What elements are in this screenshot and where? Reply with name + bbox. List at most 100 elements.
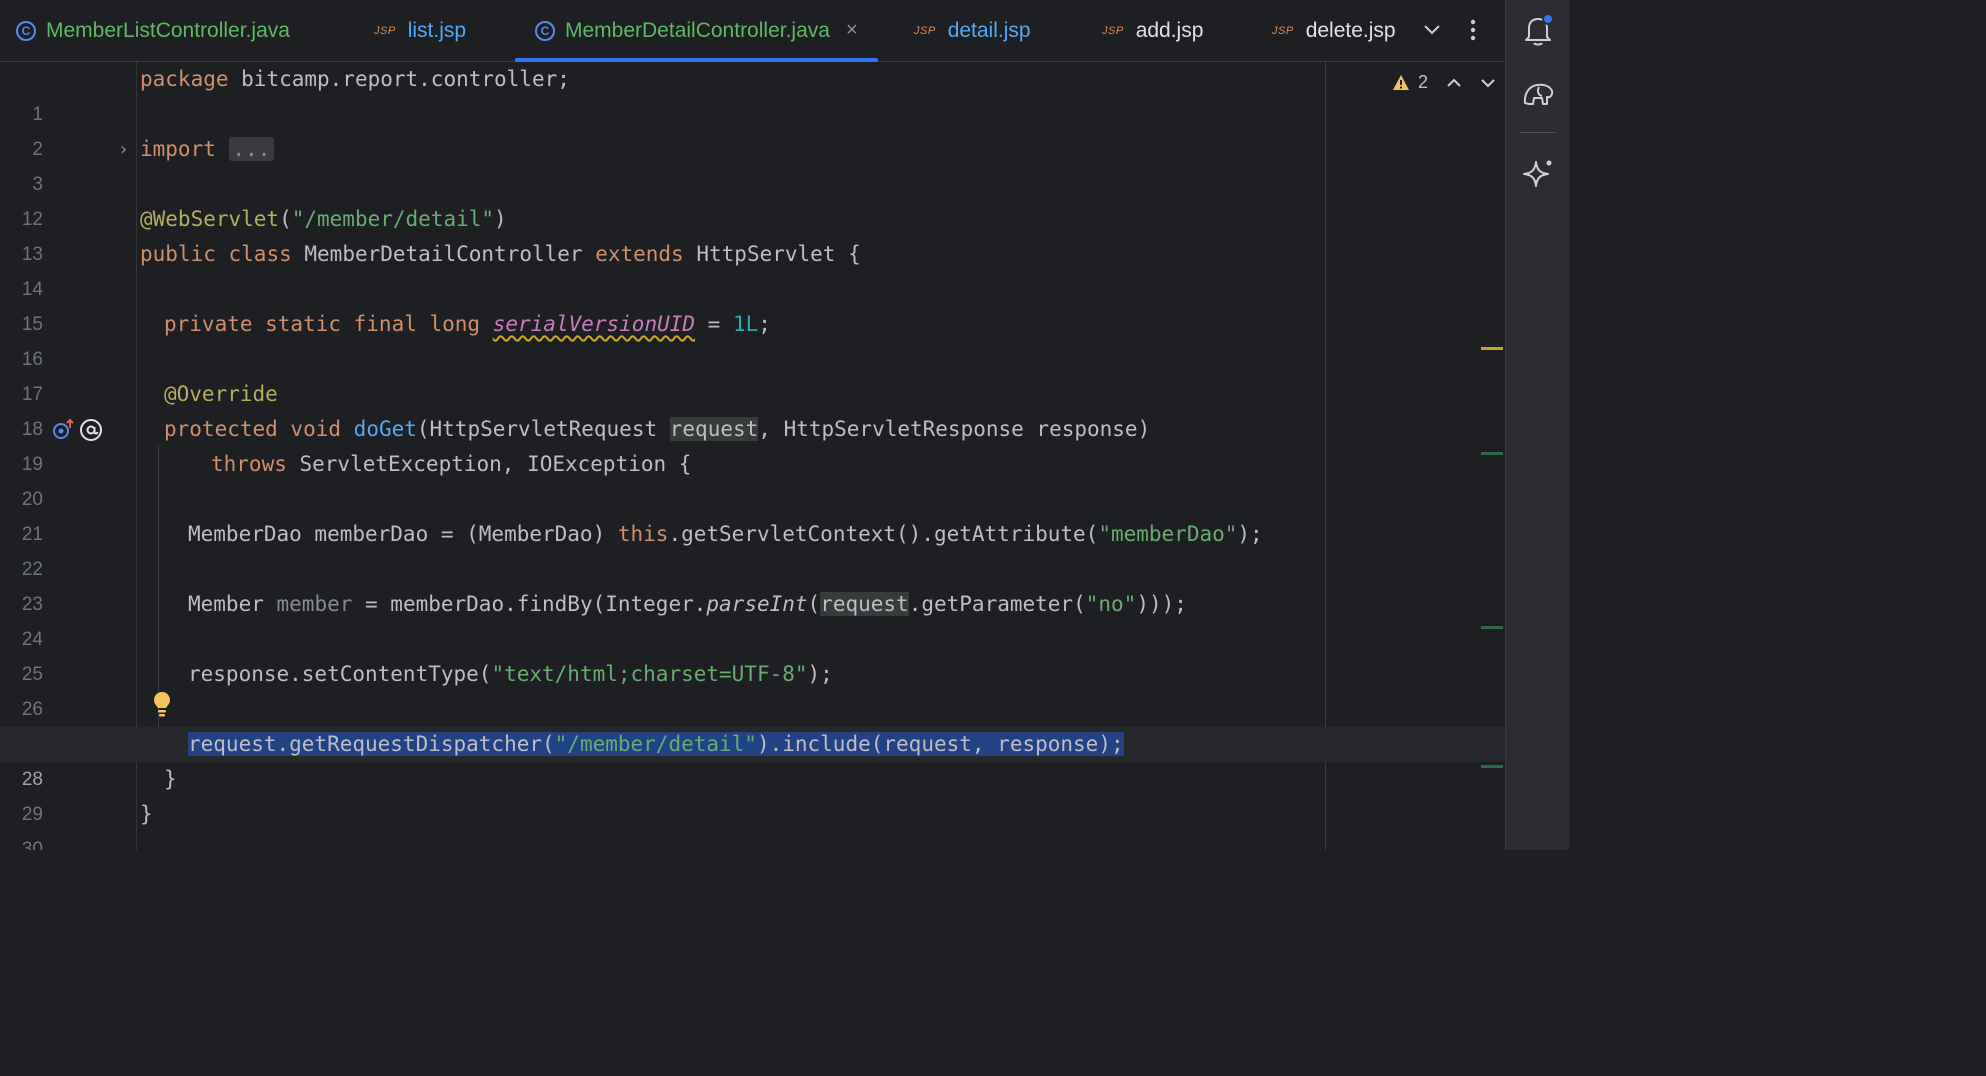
code-text: @WebServlet("/member/detail")	[140, 202, 507, 237]
package-name: bitcamp.report.controller;	[228, 67, 570, 91]
tab-add-jsp[interactable]: JSP add.jsp	[1102, 0, 1203, 61]
tab-label: add.jsp	[1135, 18, 1204, 42]
exception-list: ServletException, IOException {	[286, 452, 692, 476]
code-line[interactable]: 13 @WebServlet("/member/detail")	[0, 202, 1505, 265]
code-line[interactable]: 18 @Override	[0, 377, 1505, 440]
punctuation: ;	[758, 312, 771, 336]
selected-code-text: request.getRequestDispatcher("/member/de…	[188, 727, 1124, 762]
closing-brace: }	[140, 802, 153, 826]
string-literal: "/member/detail"	[291, 207, 495, 231]
punctuation: (	[279, 207, 292, 231]
tab-detail-jsp[interactable]: JSP detail.jsp	[914, 0, 1031, 61]
code-line[interactable]: 22 MemberDao memberDao = (MemberDao) thi…	[0, 517, 1505, 580]
code-text: MemberDao memberDao = (MemberDao) this.g…	[188, 517, 1263, 552]
close-tab-icon[interactable]: ×	[846, 19, 858, 42]
sparkle-icon	[1523, 160, 1552, 187]
folded-imports[interactable]: ...	[228, 137, 275, 161]
code-text: Member member = memberDao.findBy(Integer…	[188, 587, 1187, 622]
fold-chevron-icon[interactable]: ›	[118, 132, 129, 167]
code-segment: MemberDao memberDao = (MemberDao)	[188, 522, 618, 546]
keyword: class	[228, 242, 292, 266]
jsp-file-icon: JSP	[1102, 24, 1124, 37]
keyword: extends	[595, 242, 684, 266]
code-line[interactable]: 30 }	[0, 797, 1505, 850]
elephant-icon	[1523, 83, 1554, 105]
punctuation: );	[1237, 522, 1263, 546]
static-method-call: parseInt	[706, 592, 808, 616]
keyword: protected void	[164, 417, 342, 441]
editor-tab-bar: C MemberListController.java JSP list.jsp…	[0, 0, 1505, 62]
superclass-name: HttpServlet {	[696, 242, 861, 266]
code-line[interactable]: 27	[0, 690, 1505, 755]
tab-delete-jsp[interactable]: JSP delete.jsp	[1272, 0, 1397, 61]
code-line[interactable]: 1 package bitcamp.report.controller;	[0, 62, 1505, 125]
code-line-current[interactable]: 28 request.getRequestDispatcher("/member…	[0, 727, 1505, 790]
tab-label: list.jsp	[407, 18, 467, 42]
code-text: }	[164, 762, 177, 797]
code-line[interactable]: 31	[0, 832, 1505, 850]
number-literal: 1L	[732, 312, 759, 336]
string-literal: "/member/detail"	[554, 732, 757, 756]
code-text: }	[140, 797, 153, 832]
keyword: import	[140, 137, 216, 161]
parameter-type: (HttpServletRequest	[416, 417, 670, 441]
code-line[interactable]: 14 public class MemberDetailController e…	[0, 237, 1505, 300]
code-line[interactable]: 15	[0, 272, 1505, 335]
at-sign-icon	[80, 418, 102, 441]
class-icon: C	[16, 20, 36, 41]
notifications-button[interactable]	[1520, 12, 1556, 48]
code-line[interactable]: 29 }	[0, 762, 1505, 825]
intention-lightbulb-icon[interactable]	[152, 690, 172, 718]
code-text: response.setContentType("text/html;chars…	[188, 657, 833, 692]
code-line[interactable]: 19 protected void doGet(HttpServletReque…	[0, 412, 1505, 475]
override-icon	[53, 418, 74, 439]
code-line[interactable]: 20 throws ServletException, IOException …	[0, 447, 1505, 510]
ai-assistant-button[interactable]	[1520, 156, 1556, 192]
code-line[interactable]: 21	[0, 482, 1505, 545]
annotation: @WebServlet	[140, 207, 280, 231]
keyword: package	[140, 67, 229, 91]
code-line[interactable]: 12	[0, 167, 1505, 230]
code-line[interactable]: 25	[0, 622, 1505, 685]
code-segment: = memberDao.findBy(Integer.	[352, 592, 707, 616]
tab-options-button[interactable]	[1458, 14, 1488, 46]
chevron-down-icon	[1424, 25, 1440, 35]
database-tool-button[interactable]	[1520, 76, 1556, 112]
code-line[interactable]: 17	[0, 342, 1505, 405]
code-text: throws ServletException, IOException {	[211, 447, 691, 482]
code-text: private static final long serialVersionU…	[164, 307, 771, 342]
code-line[interactable]: 2	[0, 97, 1505, 160]
tab-label: detail.jsp	[947, 18, 1031, 42]
tab-list-jsp[interactable]: JSP list.jsp	[374, 0, 466, 61]
code-segment: ).include(request, response);	[756, 732, 1124, 756]
code-segment: request.getRequestDispatcher(	[188, 732, 555, 756]
more-vertical-icon	[1470, 19, 1476, 41]
parameter-usage-highlight: request	[820, 592, 909, 616]
punctuation: );	[807, 662, 833, 686]
overrides-method-gutter-icon[interactable]	[51, 412, 75, 447]
code-line[interactable]: 23	[0, 552, 1505, 615]
code-line[interactable]: 26 response.setContentType("text/html;ch…	[0, 657, 1505, 720]
keyword: throws	[211, 452, 287, 476]
jsp-file-icon: JSP	[914, 24, 936, 37]
tab-label: MemberListController.java	[46, 18, 290, 42]
string-literal: "memberDao"	[1098, 522, 1238, 546]
code-line[interactable]: 16 private static final long serialVersi…	[0, 307, 1505, 370]
punctuation: )));	[1136, 592, 1187, 616]
closing-brace: }	[164, 767, 177, 791]
code-line[interactable]: 24 Member member = memberDao.findBy(Inte…	[0, 587, 1505, 650]
method-name: doGet	[353, 417, 417, 441]
type-name: Member	[188, 592, 277, 616]
tab-memberlistcontroller[interactable]: C MemberListController.java	[16, 0, 290, 61]
tab-memberdetailcontroller[interactable]: C MemberDetailController.java ×	[515, 0, 878, 62]
web-endpoint-gutter-icon[interactable]	[79, 412, 103, 447]
code-editor[interactable]: 2 1 package bitcamp.report.controller; 2…	[0, 62, 1505, 850]
string-literal: "no"	[1085, 592, 1137, 616]
class-name: MemberDetailController	[304, 242, 583, 266]
code-text: import ...	[140, 132, 275, 167]
keyword: public	[140, 242, 216, 266]
show-hidden-tabs-button[interactable]	[1417, 14, 1447, 46]
jsp-file-icon: JSP	[374, 24, 396, 37]
code-line[interactable]: 3 › import ...	[0, 132, 1505, 195]
code-text: package bitcamp.report.controller;	[140, 62, 570, 97]
